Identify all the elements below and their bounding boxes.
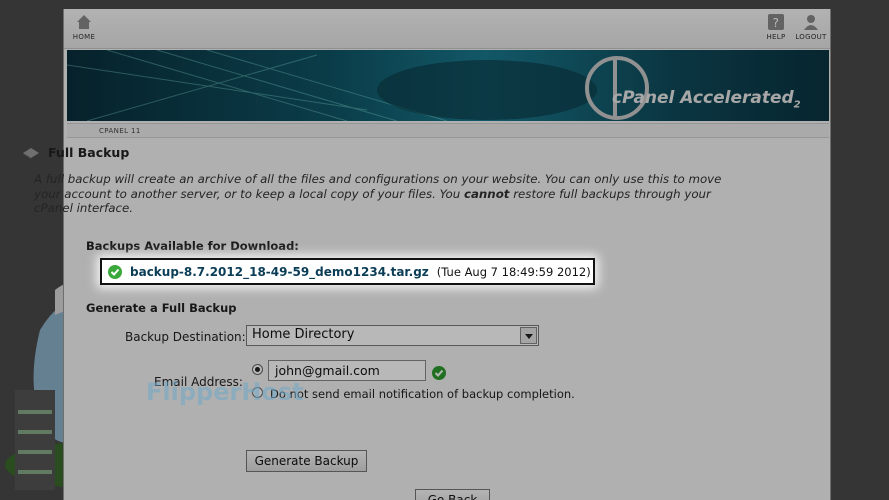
go-back-button[interactable]: Go Back <box>415 489 490 500</box>
generate-heading: Generate a Full Backup <box>86 301 237 315</box>
user-icon <box>804 15 818 30</box>
intro-text: A full backup will create an archive of … <box>34 172 734 216</box>
generate-backup-button[interactable]: Generate Backup <box>246 450 367 472</box>
available-heading: Backups Available for Download: <box>86 239 299 253</box>
logo-sup: 2 <box>793 99 801 111</box>
cpanel-logo: cPanel Accelerated2 <box>612 88 801 110</box>
help-label: HELP <box>766 33 786 41</box>
destination-select[interactable]: Home Directory <box>246 325 539 346</box>
backup-file-row: backup-8.7.2012_18-49-59_demo1234.tar.gz… <box>100 258 595 285</box>
email-radio[interactable] <box>252 364 263 375</box>
top-toolbar: HOME ? HELP LOGOUT <box>64 9 830 49</box>
svg-text:?: ? <box>773 16 780 30</box>
main-content: Full Backup A full backup will create an… <box>22 145 742 216</box>
home-icon <box>77 15 91 29</box>
destination-value: Home Directory <box>252 327 355 342</box>
logo-text: cPanel Accelerated <box>612 88 794 108</box>
destination-label: Backup Destination: <box>125 330 246 344</box>
watermark-text: FlipperHost <box>146 378 304 406</box>
cpanel-banner: cPanel Accelerated2 <box>67 50 829 121</box>
home-label: HOME <box>72 33 96 41</box>
check-icon <box>108 264 122 279</box>
logout-button[interactable]: LOGOUT <box>791 13 831 41</box>
no-email-label: Do not send email notification of backup… <box>270 387 575 401</box>
intro-bold: cannot <box>463 186 510 201</box>
backup-drive-icon <box>23 147 39 159</box>
page-title: Full Backup <box>48 145 130 160</box>
logout-label: LOGOUT <box>795 33 827 41</box>
chevron-down-icon[interactable] <box>520 327 537 344</box>
page-heading: Full Backup <box>22 145 742 160</box>
help-button[interactable]: ? HELP <box>756 13 796 41</box>
backup-file-date: (Tue Aug 7 18:49:59 2012) <box>436 264 591 279</box>
home-button[interactable]: HOME <box>64 13 104 41</box>
check-icon <box>432 366 446 380</box>
version-bar: CPANEL 11 <box>67 123 829 138</box>
help-icon: ? <box>768 14 784 30</box>
backup-file-link[interactable]: backup-8.7.2012_18-49-59_demo1234.tar.gz <box>130 265 429 279</box>
cpanel-window: HOME ? HELP LOGOUT cPanel Accelerated2 C… <box>63 9 831 500</box>
